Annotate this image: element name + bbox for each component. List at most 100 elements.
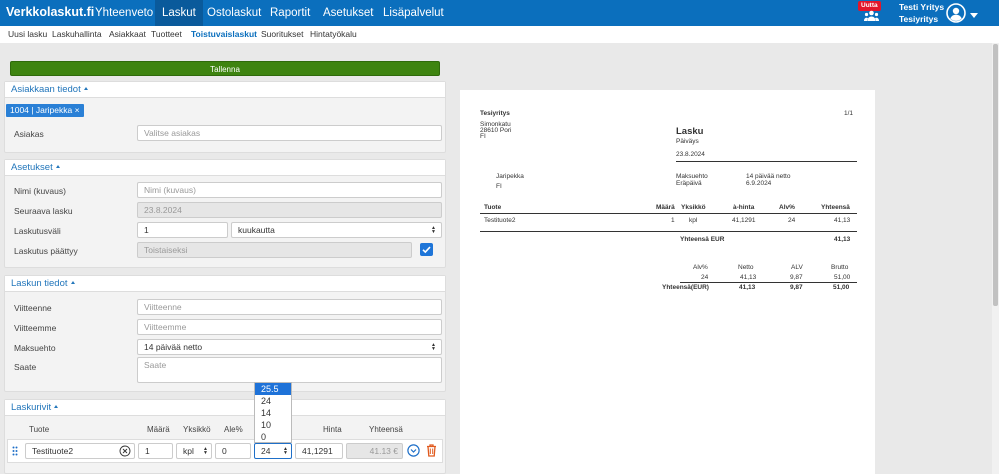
invoice-info-panel-title: Laskun tiedot — [11, 278, 68, 289]
col-price: Hinta — [323, 425, 342, 434]
doc-row-total: 41,13 — [834, 217, 851, 224]
cover-note-textarea[interactable]: Saate — [137, 357, 442, 383]
vat-option[interactable]: 24 — [255, 395, 291, 407]
col-total: Yhteensä — [369, 425, 403, 434]
vat-option[interactable]: 25.5 — [255, 383, 291, 395]
row-quantity-input[interactable]: 1 — [138, 443, 173, 459]
col-quantity: Määrä — [147, 425, 170, 434]
vat-option[interactable]: 14 — [255, 407, 291, 419]
subnav-laskuhallinta[interactable]: Laskuhallinta — [52, 27, 102, 41]
subnav-toistuvaislaskut[interactable]: Toistuvaislaskut — [191, 27, 257, 41]
interval-unit-select[interactable]: kuukautta ▲ ▼ — [231, 222, 442, 238]
doc-row-quantity: 1 — [671, 217, 675, 224]
vat-option[interactable]: 0 — [255, 431, 291, 443]
nav-ostolaskut[interactable]: Ostolaskut — [200, 0, 268, 26]
invoice-rows-panel-header[interactable]: Laskurivit — [5, 400, 445, 416]
customer-panel-header[interactable]: Asiakkaan tiedot — [5, 82, 445, 98]
our-reference-input[interactable]: Viitteemme — [137, 319, 442, 335]
settings-panel-title: Asetukset — [11, 162, 53, 173]
ends-checkbox[interactable] — [420, 243, 433, 256]
ends-label: Laskutus päättyy — [14, 246, 78, 256]
delete-row-icon[interactable] — [426, 444, 437, 457]
doc-vat-net: 41,13 — [740, 274, 757, 281]
doc-due-value: 6.9.2024 — [746, 180, 772, 187]
row-discount-input[interactable]: 0 — [215, 443, 251, 459]
news-button[interactable]: Uutta — [858, 1, 884, 23]
subnav-uusi-lasku[interactable]: Uusi lasku — [8, 27, 47, 41]
col-product: Tuote — [29, 425, 50, 434]
users-icon — [864, 10, 879, 21]
nav-raportit[interactable]: Raportit — [263, 0, 317, 26]
subnav-tuotteet[interactable]: Tuotteet — [151, 27, 182, 41]
nav-laskut[interactable]: Laskut — [155, 0, 203, 26]
interval-input[interactable]: 1 — [137, 222, 228, 238]
company-switcher[interactable]: Testi Yritys Tesiyritys — [899, 1, 944, 25]
user-avatar-icon[interactable] — [946, 3, 966, 23]
doc-company: Tesiyritys — [480, 110, 510, 117]
doc-col-product: Tuote — [484, 204, 502, 211]
your-reference-input[interactable]: Viitteenne — [137, 299, 442, 315]
collapse-icon — [70, 281, 75, 284]
doc-vat-col-rate: Alv% — [693, 264, 708, 271]
vat-dropdown: 25.5 24 14 10 0 — [254, 382, 292, 443]
doc-col-vat: Alv% — [779, 204, 795, 211]
name-label: Nimi (kuvaus) — [14, 186, 66, 196]
user-menu-chevron-down-icon[interactable] — [970, 13, 978, 18]
settings-panel-header[interactable]: Asetukset — [5, 160, 445, 176]
vat-option[interactable]: 10 — [255, 419, 291, 431]
doc-due-label: Eräpäivä — [676, 180, 702, 187]
doc-col-unit-price: à-hinta — [733, 204, 755, 211]
row-vat-value: 24 — [261, 446, 271, 456]
doc-customer-name: Jaripekka — [496, 173, 524, 180]
collapse-icon — [54, 405, 59, 408]
subnav-suoritukset[interactable]: Suoritukset — [261, 27, 304, 41]
name-input[interactable]: Nimi (kuvaus) — [137, 182, 442, 198]
doc-vat-total-vat: 9,87 — [790, 284, 803, 291]
subnav-asiakkaat[interactable]: Asiakkaat — [109, 27, 146, 41]
next-invoice-date: 23.8.2024 — [137, 202, 442, 218]
doc-vat-col-net: Netto — [738, 264, 754, 271]
drag-handle-icon[interactable] — [12, 446, 18, 456]
ends-value: Toistaiseksi — [137, 242, 412, 258]
selected-customer-chip[interactable]: 1004 | Jaripekka × — [6, 104, 84, 117]
row-vat-select[interactable]: 24 ▲ ▼ — [254, 443, 292, 459]
doc-vat-rate: 24 — [701, 274, 709, 281]
customer-select[interactable]: Valitse asiakas — [137, 125, 442, 141]
nav-asetukset[interactable]: Asetukset — [316, 0, 381, 26]
nav-lisapalvelut[interactable]: Lisäpalvelut — [376, 0, 451, 26]
doc-vat-total-net: 41,13 — [739, 284, 756, 291]
invoice-rows-panel-title: Laskurivit — [11, 402, 52, 413]
doc-vat-gross: 51,00 — [834, 274, 851, 281]
nav-yhteenveto[interactable]: Yhteenveto — [88, 0, 160, 26]
doc-date-label: Päiväys — [676, 138, 699, 145]
doc-divider — [480, 231, 857, 232]
select-arrows-icon: ▲ ▼ — [431, 225, 436, 235]
doc-country: FI — [480, 133, 486, 140]
scrollbar-thumb[interactable] — [993, 44, 998, 306]
doc-col-quantity: Määrä — [656, 204, 675, 211]
doc-divider — [480, 213, 857, 214]
company-subname: Tesiyritys — [899, 14, 939, 24]
payment-terms-select[interactable]: 14 päivää netto ▲ ▼ — [137, 339, 442, 355]
doc-col-total: Yhteensä — [821, 204, 850, 211]
invoice-info-panel-header[interactable]: Laskun tiedot — [5, 276, 445, 292]
subnav-hintatyokalu[interactable]: Hintatyökalu — [310, 27, 357, 41]
doc-vat-col-vat: ALV — [791, 264, 803, 271]
collapse-icon — [83, 87, 88, 90]
row-unit-select[interactable]: kpl ▲ ▼ — [176, 443, 212, 459]
clear-product-icon[interactable] — [119, 445, 131, 457]
expand-row-icon[interactable] — [407, 444, 420, 457]
doc-date: 23.8.2024 — [676, 151, 705, 158]
row-price-input[interactable]: 41,1291 — [295, 443, 343, 459]
doc-divider — [680, 282, 857, 283]
brand-logo[interactable]: Verkkolaskut.fi — [6, 5, 94, 19]
doc-row-unit: kpl — [689, 217, 698, 224]
select-arrows-icon: ▲ ▼ — [203, 446, 208, 456]
customer-panel: Asiakkaan tiedot — [4, 81, 446, 153]
doc-row-vat: 24 — [788, 217, 796, 224]
row-total-value: 41.13 € — [346, 443, 403, 459]
save-button[interactable]: Tallenna — [10, 61, 440, 76]
doc-row-unit-price: 41,1291 — [732, 217, 756, 224]
customer-label: Asiakas — [14, 129, 44, 139]
company-name: Testi Yritys — [899, 2, 945, 12]
